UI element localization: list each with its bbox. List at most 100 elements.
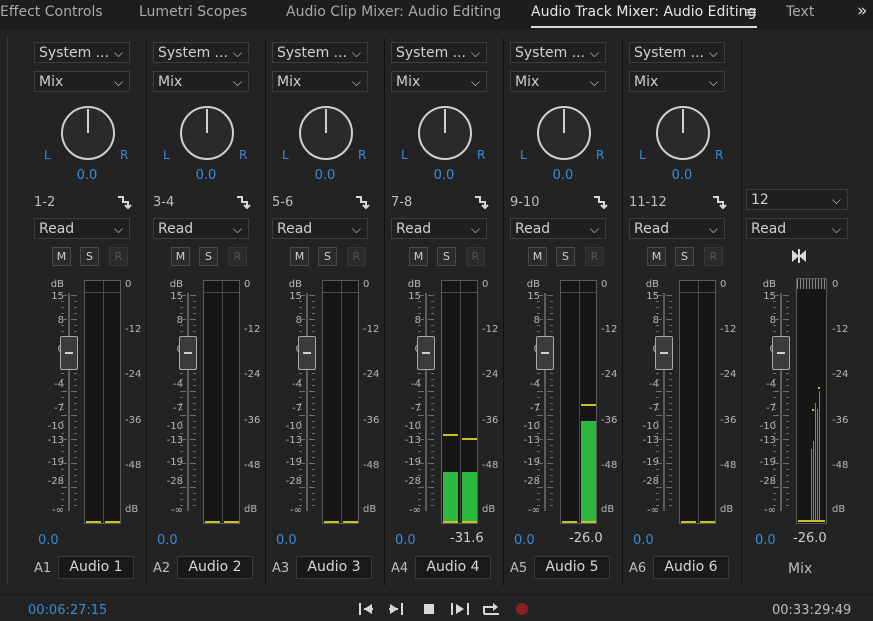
record-icon[interactable] bbox=[513, 600, 531, 618]
automation-dropdown[interactable]: Read ⌵ bbox=[391, 218, 487, 239]
track-name[interactable]: Audio 3 bbox=[296, 556, 372, 579]
master-fader-handle[interactable] bbox=[772, 336, 790, 370]
automation-dropdown[interactable]: Read ⌵ bbox=[34, 218, 130, 239]
solo-button[interactable]: S bbox=[675, 247, 694, 266]
automation-dropdown[interactable]: Read ⌵ bbox=[153, 218, 249, 239]
record-enable-button[interactable]: R bbox=[347, 247, 366, 266]
tab-effect-controls[interactable]: Effect Controls bbox=[0, 4, 103, 20]
solo-button[interactable]: S bbox=[199, 247, 218, 266]
fader-tick bbox=[299, 469, 302, 470]
play-in-to-out-icon[interactable] bbox=[449, 600, 471, 618]
pan-value[interactable]: 0.0 bbox=[266, 168, 384, 183]
volume-fader-handle[interactable] bbox=[298, 336, 316, 370]
send-route-icon[interactable] bbox=[473, 194, 489, 210]
mute-button[interactable]: M bbox=[290, 247, 309, 266]
send-route-icon[interactable] bbox=[235, 194, 251, 210]
input-dropdown[interactable]: System ... ⌵ bbox=[391, 42, 487, 63]
mute-button[interactable]: M bbox=[171, 247, 190, 266]
pan-knob[interactable] bbox=[179, 105, 235, 161]
pan-value[interactable]: 0.0 bbox=[623, 168, 741, 183]
record-enable-button[interactable]: R bbox=[704, 247, 723, 266]
volume-fader-handle[interactable] bbox=[60, 336, 78, 370]
solo-button[interactable]: S bbox=[318, 247, 337, 266]
record-enable-button[interactable]: R bbox=[585, 247, 604, 266]
mix-dropdown[interactable]: Mix ⌵ bbox=[391, 71, 487, 92]
master-automation-dropdown[interactable]: Read ⌵ bbox=[746, 218, 848, 239]
input-dropdown[interactable]: System ... ⌵ bbox=[629, 42, 725, 63]
tab-text[interactable]: Text bbox=[786, 4, 814, 20]
tab-audio-clip-mixer[interactable]: Audio Clip Mixer: Audio Editing bbox=[286, 4, 501, 20]
automation-dropdown[interactable]: Read ⌵ bbox=[629, 218, 725, 239]
fader-tick bbox=[786, 403, 789, 404]
mute-button[interactable]: M bbox=[409, 247, 428, 266]
meter-scale-label: 0 bbox=[482, 279, 489, 290]
volume-fader-handle[interactable] bbox=[179, 336, 197, 370]
volume-fader-handle[interactable] bbox=[417, 336, 435, 370]
tab-lumetri-scopes[interactable]: Lumetri Scopes bbox=[139, 4, 247, 20]
input-dropdown[interactable]: System ... ⌵ bbox=[153, 42, 249, 63]
volume-value[interactable]: 0.0 bbox=[514, 533, 535, 548]
tab-audio-track-mixer[interactable]: Audio Track Mixer: Audio Editing bbox=[531, 4, 756, 20]
mix-dropdown[interactable]: Mix ⌵ bbox=[629, 71, 725, 92]
master-volume-value[interactable]: 0.0 bbox=[755, 533, 776, 548]
input-dropdown[interactable]: System ... ⌵ bbox=[34, 42, 130, 63]
bowtie-icon[interactable] bbox=[791, 249, 807, 263]
mix-dropdown[interactable]: Mix ⌵ bbox=[510, 71, 606, 92]
master-output-dropdown[interactable]: 12 ⌵ bbox=[746, 189, 848, 210]
mix-dropdown[interactable]: Mix ⌵ bbox=[272, 71, 368, 92]
volume-fader-handle[interactable] bbox=[655, 336, 673, 370]
pan-value[interactable]: 0.0 bbox=[28, 168, 146, 183]
volume-value[interactable]: 0.0 bbox=[157, 533, 178, 548]
pan-knob[interactable] bbox=[298, 105, 354, 161]
record-enable-button[interactable]: R bbox=[228, 247, 247, 266]
volume-value[interactable]: 0.0 bbox=[395, 533, 416, 548]
send-route-icon[interactable] bbox=[116, 194, 132, 210]
solo-button[interactable]: S bbox=[556, 247, 575, 266]
pan-knob[interactable] bbox=[655, 105, 711, 161]
track-name[interactable]: Audio 6 bbox=[653, 556, 729, 579]
record-enable-button[interactable]: R bbox=[109, 247, 128, 266]
panel-menu-icon[interactable]: ≡ bbox=[745, 3, 758, 21]
volume-value[interactable]: 0.0 bbox=[633, 533, 654, 548]
solo-button[interactable]: S bbox=[437, 247, 456, 266]
volume-value[interactable]: 0.0 bbox=[38, 533, 59, 548]
input-dropdown[interactable]: System ... ⌵ bbox=[272, 42, 368, 63]
fader-tick bbox=[180, 439, 186, 440]
pan-knob[interactable] bbox=[536, 105, 592, 161]
pan-knob[interactable] bbox=[60, 105, 116, 161]
fader-tick bbox=[786, 409, 789, 410]
mute-button[interactable]: M bbox=[647, 247, 666, 266]
mute-button[interactable]: M bbox=[528, 247, 547, 266]
pan-knob[interactable] bbox=[417, 105, 473, 161]
track-name[interactable]: Audio 4 bbox=[415, 556, 491, 579]
send-route-icon[interactable] bbox=[711, 194, 727, 210]
automation-dropdown[interactable]: Read ⌵ bbox=[510, 218, 606, 239]
automation-dropdown[interactable]: Read ⌵ bbox=[272, 218, 368, 239]
mute-button[interactable]: M bbox=[52, 247, 71, 266]
go-to-out-icon[interactable] bbox=[387, 600, 405, 618]
send-route-icon[interactable] bbox=[592, 194, 608, 210]
pan-value[interactable]: 0.0 bbox=[504, 168, 622, 183]
track-name[interactable]: Audio 1 bbox=[58, 556, 134, 579]
stop-icon[interactable] bbox=[420, 600, 438, 618]
duration-timecode: 00:33:29:49 bbox=[772, 603, 852, 618]
track-name[interactable]: Audio 2 bbox=[177, 556, 253, 579]
tab-overflow-icon[interactable]: » bbox=[857, 1, 868, 21]
record-enable-button[interactable]: R bbox=[466, 247, 485, 266]
meter-scale-label: -48 bbox=[720, 460, 737, 471]
volume-fader-handle[interactable] bbox=[536, 336, 554, 370]
current-timecode[interactable]: 00:06:27:15 bbox=[28, 603, 107, 618]
fader-tick bbox=[550, 373, 553, 374]
fader-tick bbox=[666, 295, 672, 296]
send-route-icon[interactable] bbox=[354, 194, 370, 210]
pan-value[interactable]: 0.0 bbox=[147, 168, 265, 183]
mix-dropdown[interactable]: Mix ⌵ bbox=[34, 71, 130, 92]
mix-dropdown[interactable]: Mix ⌵ bbox=[153, 71, 249, 92]
pan-value[interactable]: 0.0 bbox=[385, 168, 503, 183]
solo-button[interactable]: S bbox=[80, 247, 99, 266]
go-to-in-icon[interactable] bbox=[357, 600, 375, 618]
loop-icon[interactable] bbox=[481, 600, 501, 618]
track-name[interactable]: Audio 5 bbox=[534, 556, 610, 579]
input-dropdown[interactable]: System ... ⌵ bbox=[510, 42, 606, 63]
volume-value[interactable]: 0.0 bbox=[276, 533, 297, 548]
